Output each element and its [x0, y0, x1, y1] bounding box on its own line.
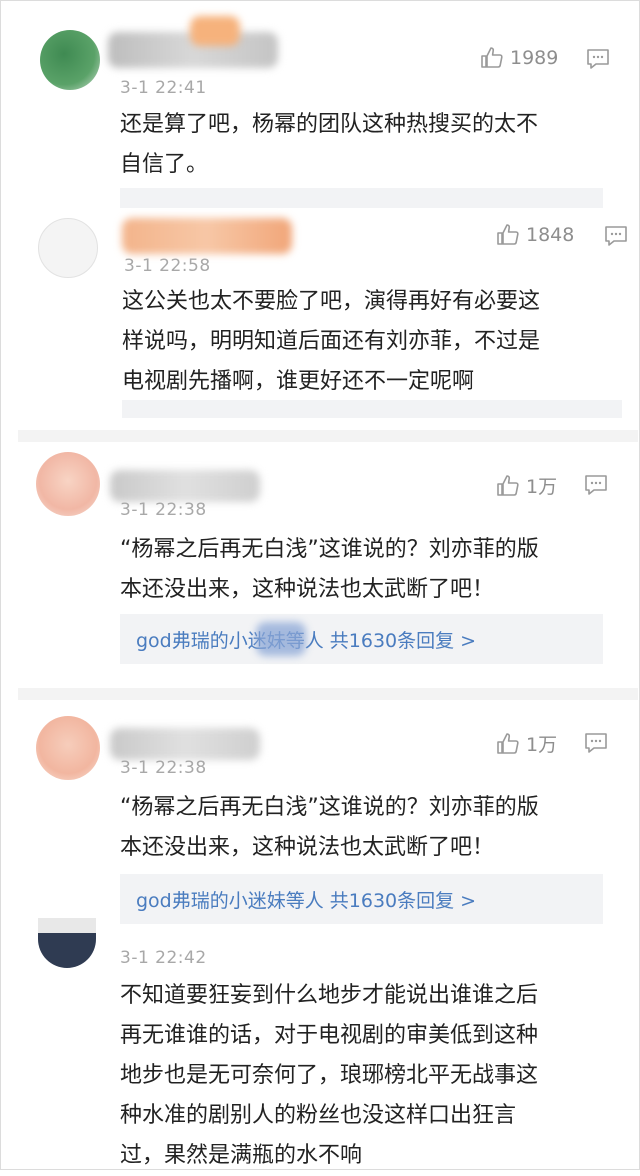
avatar[interactable] [40, 30, 100, 90]
blurred-username-in-reply [256, 622, 306, 656]
comment-text: 还是算了吧，杨幂的团队这种热搜买的太不 自信了。 [120, 112, 539, 177]
reply-summary[interactable]: god弗瑞的小迷妹等人 共1630条回复 > [120, 614, 603, 664]
like-count: 1万 [526, 476, 558, 498]
comment-time: 3-1 22:38 [120, 500, 207, 520]
comment-text: “杨幂之后再无白浅”这谁说的？刘亦菲的版 本还没出来，这种说法也太武断了吧！ [120, 795, 539, 860]
avatar[interactable] [36, 452, 100, 516]
reply-box-edge [122, 400, 622, 418]
blurred-username [122, 218, 292, 254]
thumbs-up-icon [481, 47, 503, 68]
like-button[interactable]: 1万 [496, 730, 557, 757]
like-count: 1848 [526, 224, 575, 246]
blurred-username [110, 470, 260, 502]
like-count: 1万 [526, 734, 558, 756]
reply-summary-partial[interactable] [120, 188, 603, 208]
comment-bubble-icon[interactable] [586, 48, 610, 70]
comment-text: 不知道要狂妄到什么地步才能说出谁谁之后 再无谁谁的话，对于电视剧的审美低到这种 … [120, 983, 539, 1168]
comment-time: 3-1 22:42 [120, 948, 207, 968]
like-button[interactable]: 1989 [480, 46, 558, 70]
like-button[interactable]: 1848 [496, 223, 574, 247]
comment-bubble-icon[interactable] [584, 732, 608, 754]
blurred-username [110, 728, 260, 760]
comment-time: 3-1 22:41 [120, 78, 207, 98]
reply-summary[interactable]: god弗瑞的小迷妹等人 共1630条回复 > [120, 874, 603, 924]
avatar[interactable] [38, 218, 98, 278]
thumbs-up-icon [497, 732, 519, 754]
like-button[interactable]: 1万 [496, 472, 557, 499]
comment-bubble-icon[interactable] [604, 225, 628, 247]
thumbs-up-icon [497, 224, 519, 245]
blurred-decoration [190, 16, 240, 46]
comment-time: 3-1 22:38 [120, 758, 207, 778]
like-count: 1989 [510, 47, 559, 69]
avatar[interactable] [36, 716, 100, 780]
comment-text: 这公关也太不要脸了吧，演得再好有必要这 样说吗，明明知道后面还有刘亦菲，不过是 … [122, 289, 541, 394]
comment-text: “杨幂之后再无白浅”这谁说的？刘亦菲的版 本还没出来，这种说法也太武断了吧！ [120, 537, 539, 602]
comment-time: 3-1 22:58 [124, 256, 211, 276]
comment-bubble-icon[interactable] [584, 474, 608, 496]
section-divider [18, 430, 638, 442]
thumbs-up-icon [497, 474, 519, 496]
section-divider [18, 688, 638, 700]
